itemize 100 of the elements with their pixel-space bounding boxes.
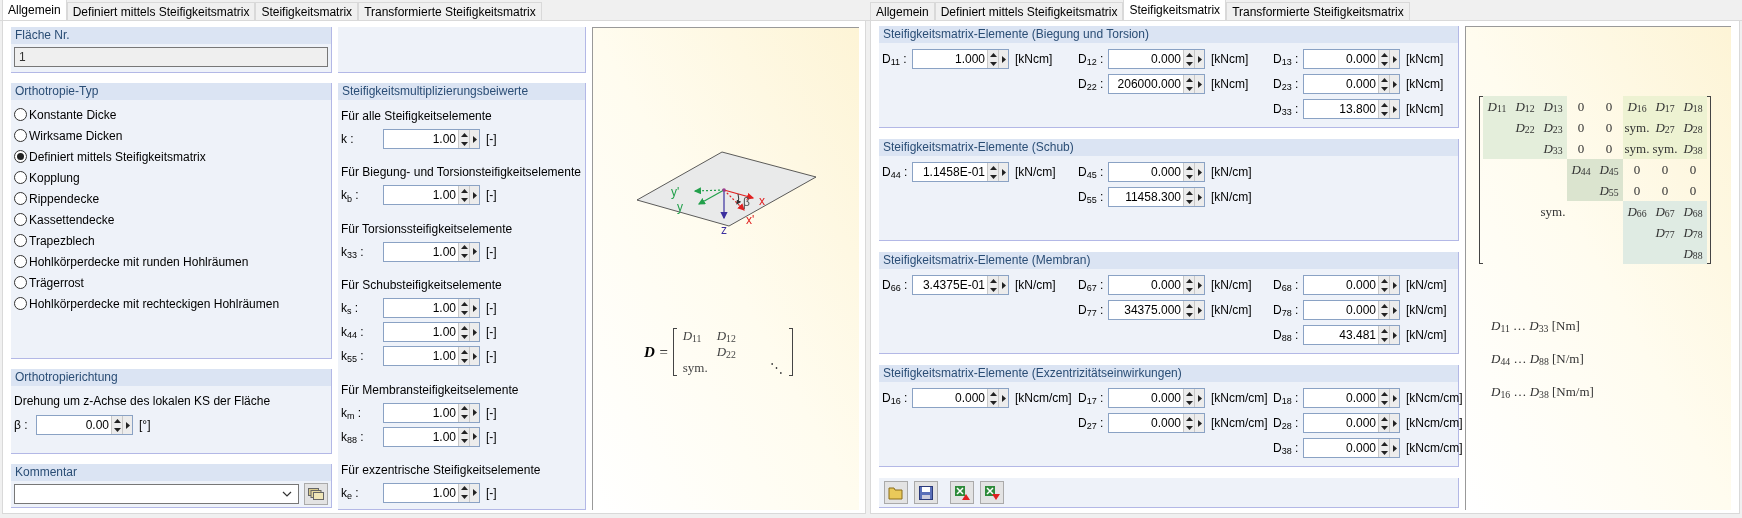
tab[interactable]: Steifigkeitsmatrix [255, 2, 359, 20]
spin-down-button[interactable] [1379, 398, 1389, 407]
spin-down-button[interactable] [1184, 398, 1194, 407]
number-field[interactable]: 0.00 [36, 415, 133, 435]
number-field[interactable]: 13.800 [1303, 99, 1400, 119]
spin-down-button[interactable] [1379, 335, 1389, 344]
radio-option[interactable]: Definiert mittels Steifigkeitsmatrix [14, 146, 331, 167]
spin-down-button[interactable] [459, 139, 469, 148]
radio-option[interactable]: Rippendecke [14, 188, 331, 209]
step-button[interactable] [1390, 414, 1399, 432]
spin-up-button[interactable] [988, 276, 998, 285]
radio-option[interactable]: Kassettendecke [14, 209, 331, 230]
tab[interactable]: Allgemein [870, 2, 935, 20]
spin-down-button[interactable] [459, 195, 469, 205]
spin-down-button[interactable] [1379, 84, 1389, 93]
step-button[interactable] [1195, 163, 1204, 181]
number-field[interactable]: 34375.000 [1108, 300, 1205, 320]
spin-down-button[interactable] [1379, 59, 1389, 68]
step-button[interactable] [470, 299, 479, 318]
spin-up-button[interactable] [459, 427, 469, 437]
number-field[interactable]: 1.000 [912, 49, 1009, 69]
spin-up-button[interactable] [1379, 326, 1389, 335]
number-field[interactable]: 0.000 [1303, 74, 1400, 94]
step-button[interactable] [470, 242, 479, 261]
step-button[interactable] [470, 323, 479, 342]
spin-down-button[interactable] [988, 285, 998, 294]
radio-option[interactable]: Konstante Dicke [14, 104, 331, 125]
step-button[interactable] [1390, 326, 1399, 344]
number-field[interactable]: 1.00 [383, 402, 480, 423]
spin-up-button[interactable] [1184, 276, 1194, 285]
number-field[interactable]: 43.481 [1303, 325, 1400, 345]
spin-up-button[interactable] [1379, 50, 1389, 59]
number-field[interactable]: 1.00 [383, 129, 480, 149]
step-button[interactable] [1390, 389, 1399, 407]
spin-up-button[interactable] [1379, 301, 1389, 310]
tab[interactable]: Steifigkeitsmatrix [1123, 0, 1227, 20]
number-field[interactable]: 1.00 [383, 185, 480, 206]
number-field[interactable]: 1.00 [383, 322, 480, 343]
step-button[interactable] [123, 416, 132, 434]
step-button[interactable] [999, 276, 1008, 294]
spin-down-button[interactable] [1379, 109, 1389, 118]
spin-down-button[interactable] [459, 332, 469, 342]
spin-down-button[interactable] [112, 425, 122, 434]
number-field[interactable]: 0.000 [1303, 438, 1400, 458]
import-button[interactable] [980, 481, 1004, 504]
radio-option[interactable]: Trapezblech [14, 230, 331, 251]
spin-up-button[interactable] [459, 130, 469, 139]
spin-up-button[interactable] [1184, 389, 1194, 398]
step-button[interactable] [1195, 301, 1204, 319]
spin-down-button[interactable] [1184, 172, 1194, 181]
step-button[interactable] [1390, 439, 1399, 457]
spin-up-button[interactable] [988, 389, 998, 398]
number-field[interactable]: 0.000 [1108, 413, 1205, 433]
step-button[interactable] [470, 186, 479, 205]
step-button[interactable] [1195, 50, 1204, 68]
step-button[interactable] [1390, 75, 1399, 93]
spin-up-button[interactable] [1379, 389, 1389, 398]
export-button[interactable] [950, 481, 974, 504]
spin-up-button[interactable] [1184, 75, 1194, 84]
save-button[interactable] [914, 481, 938, 504]
spin-up-button[interactable] [1184, 163, 1194, 172]
radio-option[interactable]: Hohlkörperdecke mit rechteckigen Hohlräumen [14, 293, 331, 314]
spin-down-button[interactable] [1184, 59, 1194, 68]
spin-down-button[interactable] [1379, 285, 1389, 294]
radio-option[interactable]: Kopplung [14, 167, 331, 188]
number-field[interactable]: 0.000 [912, 388, 1009, 408]
comment-combobox[interactable] [14, 484, 299, 504]
radio-option[interactable]: Trägerrost [14, 272, 331, 293]
spin-up-button[interactable] [459, 242, 469, 252]
spin-up-button[interactable] [459, 483, 469, 493]
spin-up-button[interactable] [988, 163, 998, 172]
number-field[interactable]: 3.4375E-01 [912, 275, 1009, 295]
spin-down-button[interactable] [988, 172, 998, 181]
spin-down-button[interactable] [1184, 310, 1194, 319]
step-button[interactable] [470, 347, 479, 366]
number-field[interactable]: 1.00 [383, 298, 480, 319]
step-button[interactable] [1195, 75, 1204, 93]
number-field[interactable]: 1.00 [383, 346, 480, 367]
spin-up-button[interactable] [1184, 188, 1194, 197]
spin-down-button[interactable] [1379, 448, 1389, 457]
spin-down-button[interactable] [988, 398, 998, 407]
step-button[interactable] [999, 50, 1008, 68]
number-field[interactable]: 0.000 [1108, 49, 1205, 69]
tab[interactable]: Transformierte Steifigkeitsmatrix [358, 2, 542, 20]
step-button[interactable] [470, 483, 479, 502]
spin-up-button[interactable] [112, 416, 122, 425]
number-field[interactable]: 0.000 [1303, 388, 1400, 408]
number-field[interactable]: 1.00 [383, 241, 480, 262]
step-button[interactable] [1390, 301, 1399, 319]
step-button[interactable] [1195, 414, 1204, 432]
number-field[interactable]: 1.00 [383, 426, 480, 447]
spin-down-button[interactable] [1379, 310, 1389, 319]
step-button[interactable] [1390, 50, 1399, 68]
spin-up-button[interactable] [459, 403, 469, 413]
spin-up-button[interactable] [1184, 414, 1194, 423]
spin-up-button[interactable] [1379, 414, 1389, 423]
step-button[interactable] [1390, 100, 1399, 118]
number-field[interactable]: 11458.300 [1108, 187, 1205, 207]
step-button[interactable] [470, 403, 479, 422]
spin-up-button[interactable] [1379, 276, 1389, 285]
